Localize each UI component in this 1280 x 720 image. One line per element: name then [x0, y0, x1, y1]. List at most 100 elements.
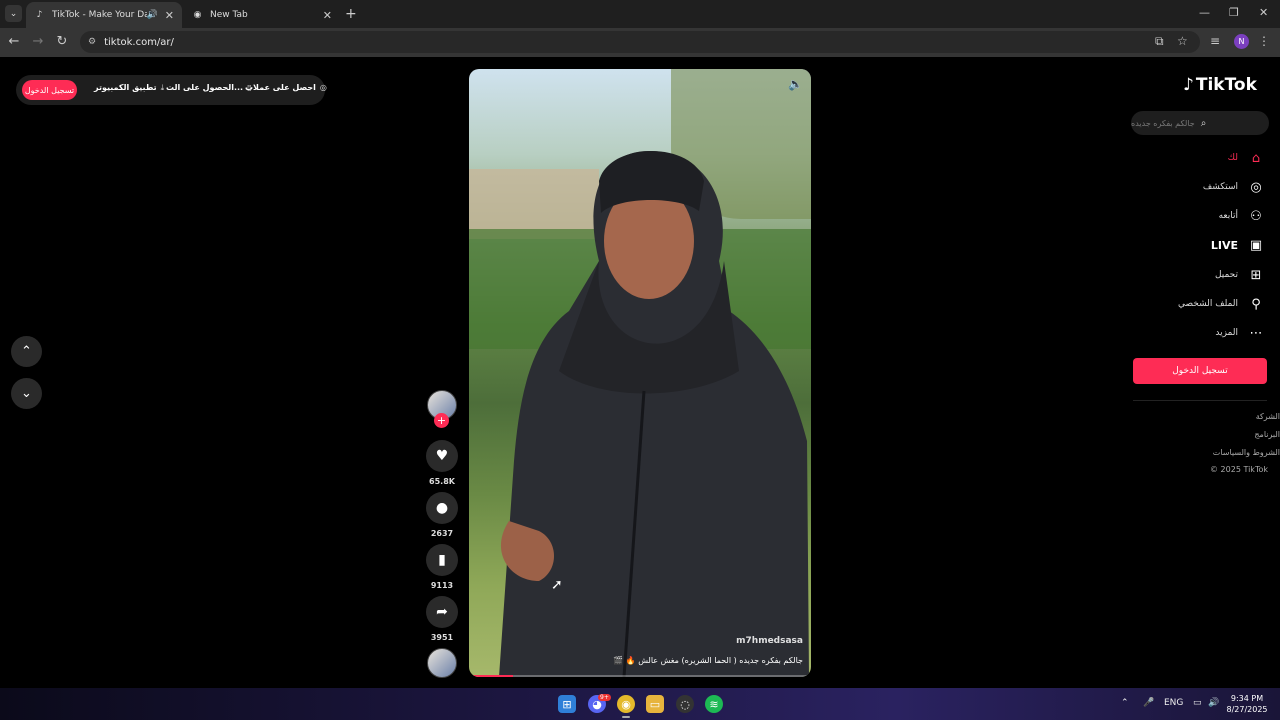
windows-start-icon[interactable]: ⊞	[558, 695, 576, 713]
top-action-bar: تسجيل الدخول تطبيق الكمبيوتر ⤓ الحصول على…	[16, 75, 327, 105]
next-video-button[interactable]: ⌄	[11, 378, 42, 409]
footer-copyright: © 2025 TikTok	[1210, 465, 1268, 474]
install-app-icon[interactable]: ⧉	[1155, 34, 1164, 49]
comment-count: 2637	[430, 529, 454, 538]
chrome-active-indicator	[622, 716, 630, 718]
bookmark-icon: ▮	[438, 552, 446, 568]
follow-plus-icon[interactable]: +	[434, 413, 449, 428]
microphone-icon[interactable]: 🎤	[1143, 698, 1154, 708]
search-bar[interactable]: ⌕ جالكم بفكره جديده	[1131, 111, 1269, 135]
nav-home[interactable]: لك ⌂	[1228, 148, 1264, 168]
video-progress-bar[interactable]	[469, 675, 811, 677]
footer-company[interactable]: الشركة	[1256, 412, 1280, 421]
tiktok-logo[interactable]: ♪ TikTok	[1183, 75, 1257, 95]
media-controls-icon[interactable]: ≡	[1210, 34, 1220, 48]
get-coins-label: احصل على عملات	[245, 83, 316, 92]
new-tab-button[interactable]: +	[345, 6, 357, 22]
minimize-icon[interactable]: —	[1199, 6, 1210, 19]
search-icon[interactable]: ⌕	[1201, 118, 1207, 129]
share-count: 3951	[430, 633, 454, 642]
tab-audio-icon[interactable]: 🔊	[147, 10, 158, 20]
bookmark-star-icon[interactable]: ☆	[1177, 34, 1188, 48]
nav-following-label: أتابعه	[1218, 211, 1238, 221]
network-icon[interactable]: ▭	[1193, 698, 1202, 708]
back-icon[interactable]: ←	[6, 34, 22, 49]
nav-profile-label: الملف الشخصي	[1178, 299, 1238, 309]
language-indicator[interactable]: ENG	[1164, 698, 1183, 708]
like-button[interactable]: ♥	[426, 440, 458, 472]
tiktok-note-icon: ♪	[1183, 75, 1194, 95]
discord-badge: 9+	[598, 694, 611, 701]
tab-tiktok[interactable]: ♪ TikTok - Make Your Day 🔊 ✕	[26, 2, 182, 28]
video-player[interactable]: 🔈 m7hmedsasa جالكم بفكره جديده ( الحما ا…	[469, 69, 811, 677]
download-icon: ⤓	[160, 83, 165, 92]
nav-profile[interactable]: الملف الشخصي ⚲	[1178, 294, 1264, 314]
save-count: 9113	[430, 581, 454, 590]
get-app-link[interactable]: الحصول على الت... ▯	[166, 83, 252, 92]
windows-taskbar: ⊞ ◕ ◉ ▭ ◌ ≋ ⌃ 🎤 ENG ▭ 🔊 9:34 PM 8/27/202…	[0, 688, 1280, 720]
get-coins-link[interactable]: احصل على عملات ◎	[245, 83, 327, 92]
compass-icon: ◎	[1250, 179, 1262, 195]
footer-program[interactable]: البرنامج	[1254, 430, 1280, 439]
desktop-app-link[interactable]: تطبيق الكمبيوتر ⤓	[94, 83, 164, 93]
user-follow-icon: ⚇	[1250, 208, 1262, 224]
comment-button[interactable]: ●	[426, 492, 458, 524]
forward-icon[interactable]: →	[30, 34, 46, 49]
chrome-icon[interactable]: ◉	[617, 695, 635, 713]
previous-video-button[interactable]: ⌃	[11, 336, 42, 367]
spotify-icon[interactable]: ≋	[705, 695, 723, 713]
desktop-app-label: تطبيق الكمبيوتر	[94, 83, 157, 92]
tab-close-icon[interactable]: ✕	[165, 9, 174, 22]
sidebar-divider	[1133, 400, 1267, 401]
menu-icon[interactable]: ⋮	[1258, 34, 1270, 48]
tab-title: New Tab	[210, 10, 248, 20]
nav-explore-label: استكشف	[1202, 182, 1238, 192]
github-desktop-icon[interactable]: ◌	[676, 695, 694, 713]
nav-following[interactable]: أتابعه ⚇	[1219, 206, 1264, 226]
reload-icon[interactable]: ↻	[54, 34, 70, 49]
logo-text: TikTok	[1195, 75, 1257, 95]
nav-explore[interactable]: استكشف ◎	[1203, 177, 1264, 197]
like-count: 65.8K	[429, 477, 455, 486]
url-text: tiktok.com/ar/	[104, 36, 174, 48]
tab-search-icon[interactable]: ⌄	[5, 5, 22, 22]
tray-overflow-icon[interactable]: ⌃	[1121, 698, 1129, 708]
restore-icon[interactable]: ❐	[1229, 6, 1239, 19]
top-login-button[interactable]: تسجيل الدخول	[22, 80, 77, 100]
volume-icon[interactable]: 🔊	[1208, 698, 1219, 708]
window-close-icon[interactable]: ✕	[1259, 6, 1268, 19]
file-explorer-icon[interactable]: ▭	[646, 695, 664, 713]
sound-icon[interactable]: 🔈	[788, 77, 803, 91]
sidebar-login-button[interactable]: تسجيل الدخول	[1133, 358, 1267, 384]
footer-terms[interactable]: الشروط والسياسات	[1213, 448, 1280, 457]
video-caption: جالكم بفكره جديده ( الحما الشريره) مغش ع…	[613, 656, 803, 665]
chrome-favicon-icon: ◉	[193, 10, 202, 20]
video-progress-fill	[469, 675, 514, 677]
taskbar-clock[interactable]: 9:34 PM 8/27/2025	[1224, 693, 1270, 715]
tab-title: TikTok - Make Your Day	[52, 10, 147, 20]
person-icon: ⚲	[1251, 296, 1261, 312]
nav-live[interactable]: LIVE ▣	[1211, 235, 1264, 255]
comment-icon: ●	[435, 500, 449, 516]
tab-new-tab[interactable]: ◉ New Tab ✕	[184, 2, 340, 28]
search-placeholder: جالكم بفكره جديده	[1131, 118, 1195, 128]
nav-live-label: LIVE	[1210, 238, 1238, 252]
nav-more-label: المزيد	[1215, 328, 1238, 338]
mouse-cursor-icon: ➚	[551, 577, 563, 593]
nav-upload[interactable]: تحميل ⊞	[1215, 265, 1264, 285]
site-info-icon[interactable]: ⚙	[88, 37, 96, 47]
nav-more[interactable]: المزيد ⋯	[1215, 323, 1264, 343]
address-bar[interactable]: ⚙ tiktok.com/ar/	[80, 31, 1200, 53]
profile-avatar[interactable]: N	[1234, 34, 1249, 49]
video-subject-figure	[499, 151, 809, 677]
share-arrow-icon: ➦	[436, 604, 448, 620]
sound-disc-avatar[interactable]	[427, 648, 457, 678]
nav-home-label: لك	[1227, 153, 1238, 163]
tiktok-page: تسجيل الدخول تطبيق الكمبيوتر ⤓ الحصول على…	[0, 57, 1280, 688]
share-button[interactable]: ➦	[426, 596, 458, 628]
coin-icon: ◎	[319, 83, 327, 92]
tab-close-icon[interactable]: ✕	[323, 9, 332, 22]
save-button[interactable]: ▮	[426, 544, 458, 576]
home-icon: ⌂	[1251, 150, 1261, 166]
more-dots-icon: ⋯	[1249, 325, 1263, 341]
